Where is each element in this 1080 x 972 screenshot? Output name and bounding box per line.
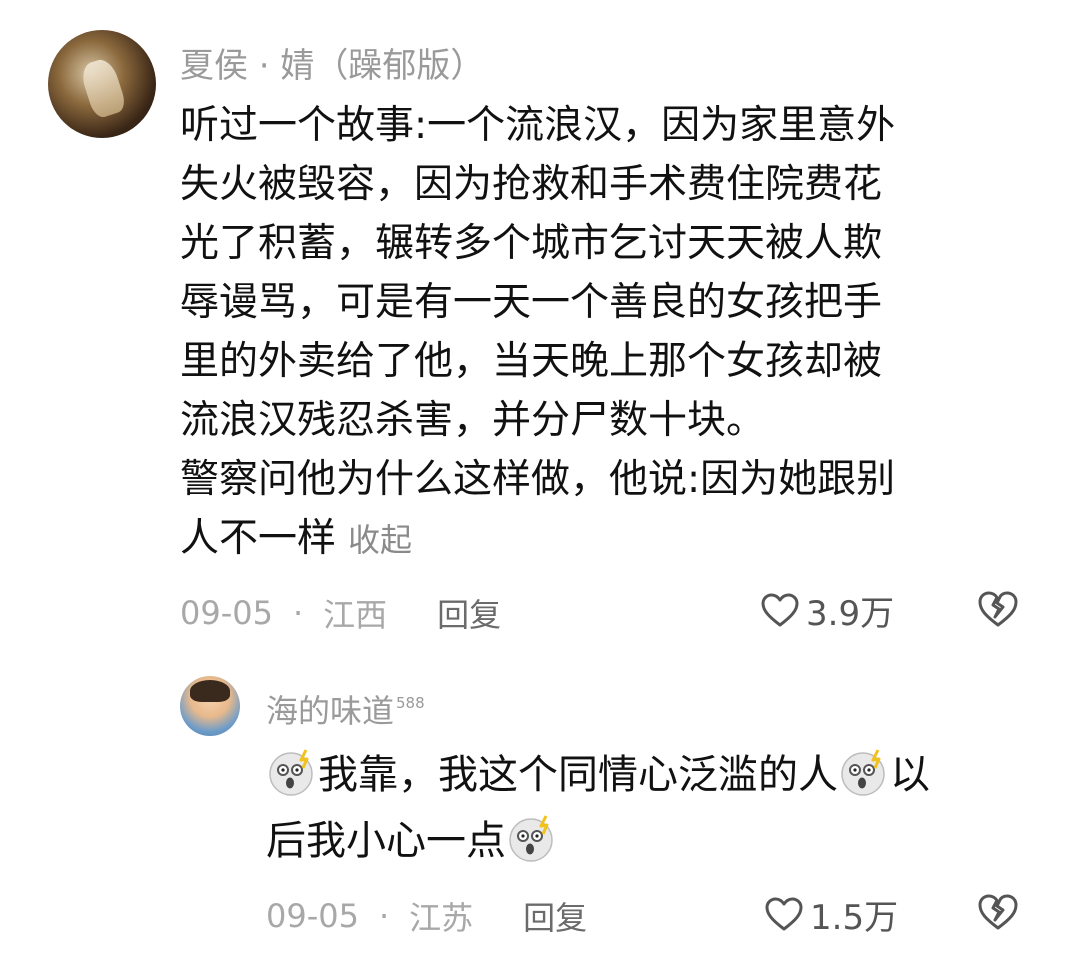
comment-last-line: 人不一样 收起	[180, 509, 1010, 570]
reply-text-part1: 我靠，我这个同情心泛滥的人	[318, 752, 838, 798]
broken-heart-icon	[978, 894, 1018, 930]
comment-line: 里的外卖给了他，当天晚上那个女孩却被	[180, 339, 883, 384]
comment-username[interactable]: 夏侯 · 婧（躁郁版）	[180, 38, 484, 87]
shocked-face-emoji-icon	[838, 746, 890, 798]
like-button[interactable]: 3.9万	[760, 586, 894, 635]
broken-heart-icon	[978, 591, 1018, 627]
reply-body: 我靠，我这个同情心泛滥的人 以后我小心一点	[266, 742, 1046, 874]
comment-meta: 09-05 · 江西 回复	[180, 590, 501, 636]
comment-line: 警察问他为什么这样做，他说:因为她跟别	[180, 457, 896, 502]
heart-outline-icon	[761, 593, 799, 626]
reply-text-part3: 后我小心一点	[266, 818, 506, 864]
comment-location: 江西	[323, 596, 388, 634]
meta-separator: ·	[292, 594, 304, 632]
reply-location: 江苏	[409, 899, 474, 937]
avatar-figure	[78, 56, 128, 120]
like-count: 3.9万	[806, 594, 895, 634]
comment-line: 听过一个故事:一个流浪汉，因为家里意外	[180, 103, 896, 148]
comment-line: 辱谩骂，可是有一天一个善良的女孩把手	[180, 280, 883, 325]
comment-avatar[interactable]	[48, 30, 156, 138]
heart-outline-icon	[765, 897, 803, 930]
comment-line: 失火被毁容，因为抢救和手术费住院费花	[180, 162, 883, 207]
reply-button[interactable]: 回复	[437, 590, 501, 636]
comment-body: 听过一个故事:一个流浪汉，因为家里意外 失火被毁容，因为抢救和手术费住院费花 光…	[180, 96, 1010, 570]
dislike-button[interactable]	[976, 588, 1020, 634]
comment-line: 光了积蓄，辗转多个城市乞讨天天被人欺	[180, 221, 883, 266]
comment-date: 09-05	[180, 594, 273, 632]
avatar-hair	[190, 680, 230, 702]
comment-line: 人不一样	[180, 516, 337, 561]
collapse-button[interactable]: 收起	[348, 521, 412, 559]
reply-username-text: 海的味道	[266, 692, 395, 730]
reply-meta: 09-05 · 江苏 回复	[266, 893, 587, 939]
meta-separator: ·	[378, 897, 390, 935]
shocked-face-emoji-icon	[506, 812, 558, 864]
reply-username[interactable]: 海的味道 588	[266, 686, 425, 732]
reply-text-part2: 以	[890, 752, 930, 798]
reply-button[interactable]: 回复	[523, 893, 587, 939]
reply-date: 09-05	[266, 897, 359, 935]
like-count: 1.5万	[810, 898, 899, 938]
dislike-button[interactable]	[976, 891, 1020, 937]
comment-line: 流浪汉残忍杀害，并分尸数十块。	[180, 398, 766, 443]
reply-level-badge: 588	[396, 694, 425, 712]
reply-avatar[interactable]	[180, 676, 240, 736]
shocked-face-emoji-icon	[266, 746, 318, 798]
like-button[interactable]: 1.5万	[764, 890, 898, 939]
